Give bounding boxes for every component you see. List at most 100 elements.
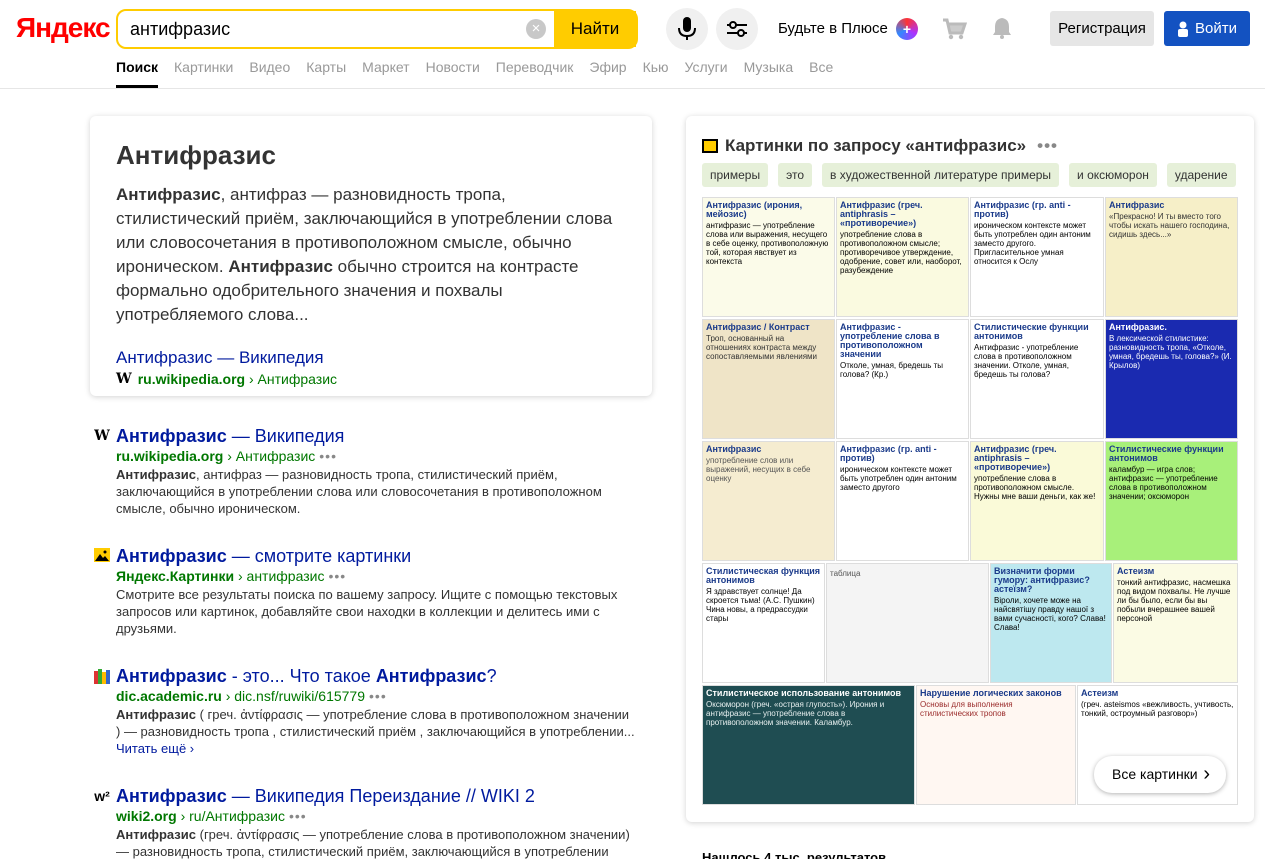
image-thumbnail[interactable]: Антифразис. В лексической стилистике: раз… (1105, 319, 1238, 439)
image-thumbnail[interactable]: Антифразис (гр. anti - против) ироническо… (836, 441, 969, 561)
tab-search[interactable]: Поиск (116, 58, 159, 88)
more-options-icon[interactable]: ••• (289, 808, 307, 824)
microphone-icon (678, 17, 696, 40)
register-button[interactable]: Регистрация (1050, 11, 1154, 46)
chip-query[interactable]: это (778, 163, 813, 187)
thumbnail-title: Стилистическое использование антонимов (706, 688, 902, 698)
thumbnail-title: Антифразис (греч. antiphrasis – «противо… (840, 200, 923, 228)
search-result: Антифразис - это... Что такое Антифразис… (94, 665, 636, 756)
chip-query[interactable]: в художественной литературе примеры (822, 163, 1060, 187)
image-thumbnail[interactable]: Антифразис (греч. antiphrasis – «противо… (836, 197, 969, 317)
thumbnail-text: (греч. asteismos «вежливость, учтивость,… (1081, 700, 1234, 718)
chip-query[interactable]: и оксюморон (1069, 163, 1157, 187)
voice-search-button[interactable] (666, 8, 708, 50)
all-images-button[interactable]: Все картинки › (1094, 756, 1226, 793)
result-url[interactable]: Яндекс.Картинки › антифразис ••• (116, 568, 636, 584)
tab-efir[interactable]: Эфир (589, 58, 626, 88)
image-thumbnail[interactable]: Стилистическая функция антонимов Я здравс… (702, 563, 825, 683)
thumbnail-text: антифразис — употребление слова или выра… (706, 221, 829, 266)
more-options-icon[interactable]: ••• (328, 568, 346, 584)
yandex-logo[interactable]: Яндекс (16, 12, 111, 44)
image-thumbnail[interactable]: Визначити форми гумору: антифразис? асте… (990, 563, 1112, 683)
plus-promo-link[interactable]: Будьте в Плюсе (778, 20, 888, 37)
login-label: Войти (1195, 20, 1237, 37)
bell-icon[interactable] (990, 16, 1014, 40)
result-title[interactable]: Антифразис — Википедия Переиздание // WI… (116, 785, 636, 807)
result-snippet: Антифразис (греч. ἀντίφρασις — употребле… (116, 827, 630, 859)
read-more-link[interactable]: Читать ещё › (116, 741, 636, 756)
result-url[interactable]: ru.wikipedia.org › Антифразис ••• (116, 448, 636, 464)
image-thumbnail[interactable]: Астеизм тонкий антифразис, насмешка под в… (1113, 563, 1238, 683)
more-options-icon[interactable]: ••• (319, 448, 337, 464)
thumbnail-title: Антифразис (1109, 200, 1165, 210)
entity-source-link[interactable]: Антифразис — Википедия (116, 348, 626, 368)
thumbnail-text: Троп, основанный на отношениях контраста… (706, 334, 818, 361)
image-thumbnail[interactable]: Антифразис употребление слов или выражени… (702, 441, 835, 561)
image-thumbnail[interactable]: таблица (826, 563, 989, 683)
image-thumbnail[interactable]: Антифразис - употребление слова в против… (836, 319, 969, 439)
related-queries: примеры это в художественной литературе … (702, 163, 1236, 187)
results-count: Нашлось 4 тыс. результатов (702, 850, 887, 859)
image-thumbnail[interactable]: Антифразис «Прекрасно! И ты вместо того ч… (1105, 197, 1238, 317)
image-thumbnail[interactable]: Антифразис (греч. antiphrasis – «противо… (970, 441, 1104, 561)
tab-maps[interactable]: Карты (306, 58, 346, 88)
search-result: w² Антифразис — Википедия Переиздание //… (94, 785, 636, 859)
tab-services[interactable]: Услуги (685, 58, 728, 88)
tab-all[interactable]: Все (809, 58, 833, 88)
search-result: W Антифразис — Википедия ru.wikipedia.or… (94, 425, 636, 517)
thumbnail-title: Антифразис - употребление слова в против… (840, 322, 940, 359)
tab-translator[interactable]: Переводчик (496, 58, 574, 88)
plus-icon[interactable]: + (896, 18, 918, 40)
result-snippet: Антифразис ( греч. ἀντίφρασις — употребл… (116, 707, 635, 739)
search-input[interactable] (118, 11, 554, 47)
thumbnail-text: Основы для выполнения стилистических тро… (920, 700, 1013, 718)
filters-button[interactable] (716, 8, 758, 50)
cart-icon[interactable] (941, 16, 967, 42)
login-button[interactable]: Войти (1164, 11, 1250, 46)
entity-source-path[interactable]: › Антифразис (249, 371, 337, 387)
wikipedia-icon: W (116, 371, 132, 387)
search-button[interactable]: Найти (554, 11, 636, 47)
result-title[interactable]: Антифразис — Википедия (116, 425, 636, 447)
chip-query[interactable]: ударение (1166, 163, 1236, 187)
image-thumbnail[interactable]: Антифразис / Контраст Троп, основанный на… (702, 319, 835, 439)
more-options-icon[interactable]: ••• (369, 688, 387, 704)
result-url[interactable]: dic.academic.ru › dic.nsf/ruwiki/615779 •… (116, 688, 636, 704)
thumbnail-title: Астеизм (1081, 688, 1119, 698)
tab-video[interactable]: Видео (249, 58, 290, 88)
chevron-right-icon: › (1203, 763, 1210, 785)
image-thumbnail[interactable]: Стилистические функции антонимов Антифраз… (970, 319, 1104, 439)
image-thumbnail[interactable]: Антифразис (гр. anti - против) ироническо… (970, 197, 1104, 317)
image-thumbnail[interactable]: Стилистические функции антонимов каламбур… (1105, 441, 1238, 561)
thumbnail-text: Я здравствует солнце! Да скроется тьма! … (706, 587, 815, 623)
wikipedia-icon: W (94, 428, 110, 444)
result-title[interactable]: Антифразис — смотрите картинки (116, 545, 636, 567)
wiki2-icon: w² (94, 788, 110, 804)
entity-title: Антифразис (116, 140, 276, 170)
thumbnail-title: Стилистические функции антонимов (1109, 444, 1224, 463)
chip-query[interactable]: примеры (702, 163, 769, 187)
more-options-icon[interactable]: ••• (1037, 136, 1058, 156)
tab-music[interactable]: Музыка (744, 58, 794, 88)
thumbnail-text: Оксюморон (греч. «острая глупость»). Иро… (706, 700, 885, 727)
tab-q[interactable]: Кью (643, 58, 669, 88)
image-thumbnail[interactable]: Стилистическое использование антонимов Ок… (702, 685, 915, 805)
images-panel: Картинки по запросу «антифразис» ••• при… (686, 116, 1254, 822)
thumbnail-title: Стилистическая функция антонимов (706, 566, 821, 585)
images-panel-title[interactable]: Картинки по запросу «антифразис» ••• (702, 136, 1058, 156)
result-url[interactable]: wiki2.org › ru/Антифразис ••• (116, 808, 636, 824)
result-title[interactable]: Антифразис - это... Что такое Антифразис… (116, 665, 636, 687)
tab-market[interactable]: Маркет (362, 58, 409, 88)
sliders-icon (727, 21, 747, 37)
tab-news[interactable]: Новости (426, 58, 480, 88)
entity-source-domain[interactable]: ru.wikipedia.org (138, 371, 245, 387)
image-thumbnail[interactable]: Антифразис (ирония, мейозис) антифразис —… (702, 197, 835, 317)
thumbnail-text: употребление слов или выражений, несущих… (706, 456, 811, 483)
thumbnail-text: употребление слова в противоположном смы… (840, 230, 962, 275)
tab-images[interactable]: Картинки (174, 58, 233, 88)
thumbnail-text: тонкий антифразис, насмешка под видом по… (1117, 578, 1231, 623)
entity-description: Антифразис, антифраз — разновидность тро… (116, 185, 613, 324)
image-thumbnail[interactable]: Нарушение логических законов Основы для в… (916, 685, 1076, 805)
search-tabs: Поиск Картинки Видео Карты Маркет Новост… (116, 58, 833, 88)
clear-icon[interactable]: × (526, 19, 546, 39)
